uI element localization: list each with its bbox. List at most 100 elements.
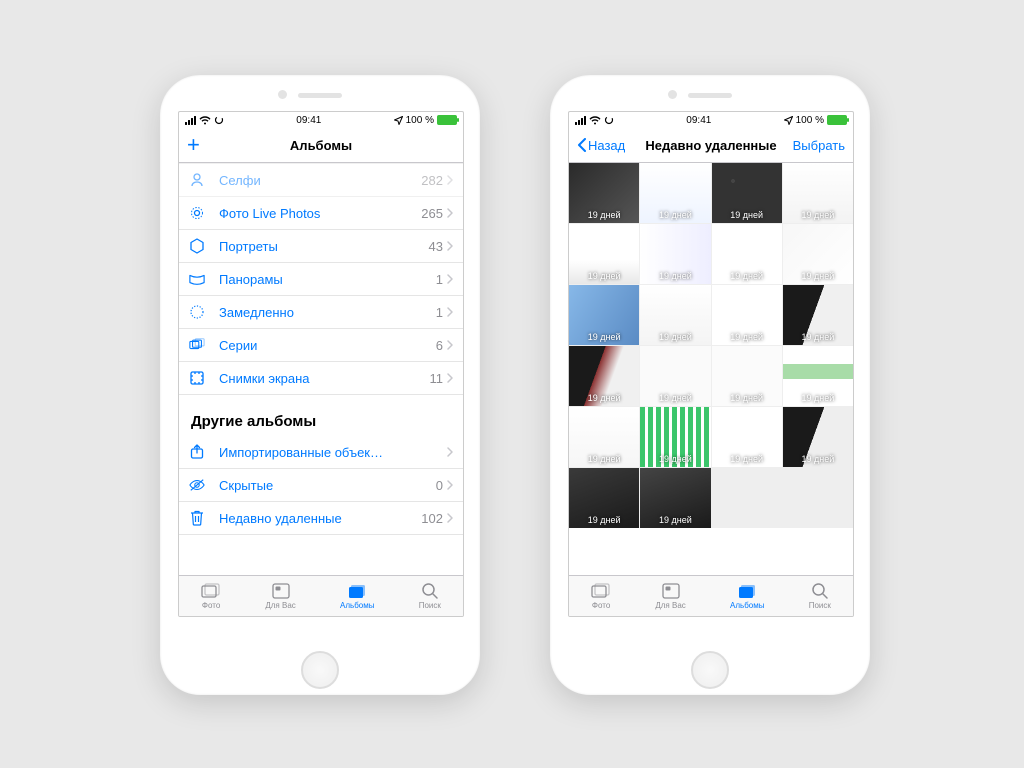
deleted-thumbnail[interactable]: 19 дней [640,285,710,345]
battery-percent: 100 % [796,115,824,126]
tab-icon [737,582,757,600]
deleted-thumbnail[interactable]: 19 дней [783,346,853,406]
tab-label: Фото [202,601,220,610]
deleted-thumbnail[interactable]: 19 дней [712,346,782,406]
album-row-screenshot[interactable]: Снимки экрана11 [179,362,463,395]
tab-icon [420,582,440,600]
deleted-thumbnail[interactable]: 19 дней [640,407,710,467]
deleted-thumbnail[interactable]: 19 дней [569,346,639,406]
hidden-icon [189,477,205,493]
screenshot-icon [189,370,205,386]
home-button[interactable] [691,651,729,689]
tab-icon [810,582,830,600]
chevron-right-icon [447,340,453,350]
deleted-thumbnail[interactable]: 19 дней [712,224,782,284]
battery-percent: 100 % [406,115,434,126]
tab-bar: Фото Для Вас Альбомы Поиск [179,575,463,616]
album-row-live[interactable]: Фото Live Photos265 [179,197,463,230]
days-remaining: 19 дней [730,332,763,345]
tab-Для Вас[interactable]: Для Вас [265,582,295,610]
days-remaining: 19 дней [588,393,621,406]
phone-mockup-albums: 09:41 100 % + Альбомы Селфи282Фото Live … [160,75,480,695]
album-count: 43 [429,239,443,254]
signal-icon [185,116,196,125]
album-row-trash[interactable]: Недавно удаленные102 [179,502,463,535]
tab-Фото[interactable]: Фото [591,582,611,610]
select-button[interactable]: Выбрать [793,138,845,153]
tab-icon [271,582,291,600]
album-label: Панорамы [219,272,436,287]
tab-label: Фото [592,601,610,610]
chevron-right-icon [447,373,453,383]
deleted-thumbnail[interactable]: 19 дней [783,285,853,345]
live-icon [189,205,205,221]
thumbnail-grid[interactable]: 19 дней19 дней19 дней19 дней19 дней19 дн… [569,163,853,575]
tab-Поиск[interactable]: Поиск [809,582,831,610]
chevron-right-icon [447,175,453,185]
add-album-button[interactable]: + [187,134,200,156]
selfie-icon [189,172,205,188]
deleted-thumbnail[interactable]: 19 дней [712,163,782,223]
days-remaining: 19 дней [588,515,621,528]
tab-label: Поиск [809,601,831,610]
album-count: 102 [421,511,443,526]
status-time: 09:41 [296,115,321,126]
deleted-thumbnail[interactable]: 19 дней [569,468,639,528]
deleted-thumbnail[interactable]: 19 дней [640,163,710,223]
location-icon [784,116,793,125]
album-row-hidden[interactable]: Скрытые0 [179,469,463,502]
deleted-thumbnail[interactable]: 19 дней [640,224,710,284]
album-row-portrait[interactable]: Портреты43 [179,230,463,263]
deleted-thumbnail[interactable]: 19 дней [569,285,639,345]
tab-Для Вас[interactable]: Для Вас [655,582,685,610]
screen-albums: 09:41 100 % + Альбомы Селфи282Фото Live … [178,111,464,617]
tab-label: Для Вас [655,601,685,610]
days-remaining: 19 дней [659,454,692,467]
tab-label: Альбомы [730,601,764,610]
deleted-thumbnail[interactable]: 19 дней [783,163,853,223]
chevron-right-icon [447,447,453,457]
album-row-pano[interactable]: Панорамы1 [179,263,463,296]
album-label: Серии [219,338,436,353]
plus-icon: + [187,134,200,156]
phone-speaker [688,93,732,98]
deleted-thumbnail[interactable]: 19 дней [640,346,710,406]
back-button[interactable]: Назад [577,138,625,153]
tab-icon [201,582,221,600]
screen-deleted: 09:41 100 % Назад Недавно удаленные Выбр… [568,111,854,617]
album-count: 1 [436,305,443,320]
tab-label: Поиск [419,601,441,610]
deleted-thumbnail[interactable]: 19 дней [569,224,639,284]
album-label: Недавно удаленные [219,511,421,526]
days-remaining: 19 дней [801,210,834,223]
deleted-thumbnail[interactable]: 19 дней [712,407,782,467]
deleted-thumbnail[interactable]: 19 дней [640,468,710,528]
days-remaining: 19 дней [730,454,763,467]
home-button[interactable] [301,651,339,689]
tab-icon [347,582,367,600]
chevron-left-icon [577,138,586,152]
album-row-selfie[interactable]: Селфи282 [179,163,463,197]
slomo-icon [189,304,205,320]
album-row-import[interactable]: Импортированные объек… [179,436,463,469]
tab-Фото[interactable]: Фото [201,582,221,610]
deleted-thumbnail[interactable]: 19 дней [783,407,853,467]
album-label: Снимки экрана [219,371,430,386]
deleted-thumbnail[interactable]: 19 дней [569,407,639,467]
trash-icon [189,510,205,526]
album-label: Замедленно [219,305,436,320]
album-row-slomo[interactable]: Замедленно1 [179,296,463,329]
status-time: 09:41 [686,115,711,126]
deleted-thumbnail[interactable]: 19 дней [712,285,782,345]
tab-Поиск[interactable]: Поиск [419,582,441,610]
section-header-other: Другие альбомы [179,395,463,436]
days-remaining: 19 дней [730,393,763,406]
deleted-thumbnail[interactable]: 19 дней [783,224,853,284]
albums-list: Селфи282Фото Live Photos265Портреты43Пан… [179,163,463,575]
days-remaining: 19 дней [659,271,692,284]
tab-Альбомы[interactable]: Альбомы [730,582,764,610]
deleted-thumbnail[interactable]: 19 дней [569,163,639,223]
album-row-burst[interactable]: Серии6 [179,329,463,362]
album-label: Портреты [219,239,429,254]
tab-Альбомы[interactable]: Альбомы [340,582,374,610]
